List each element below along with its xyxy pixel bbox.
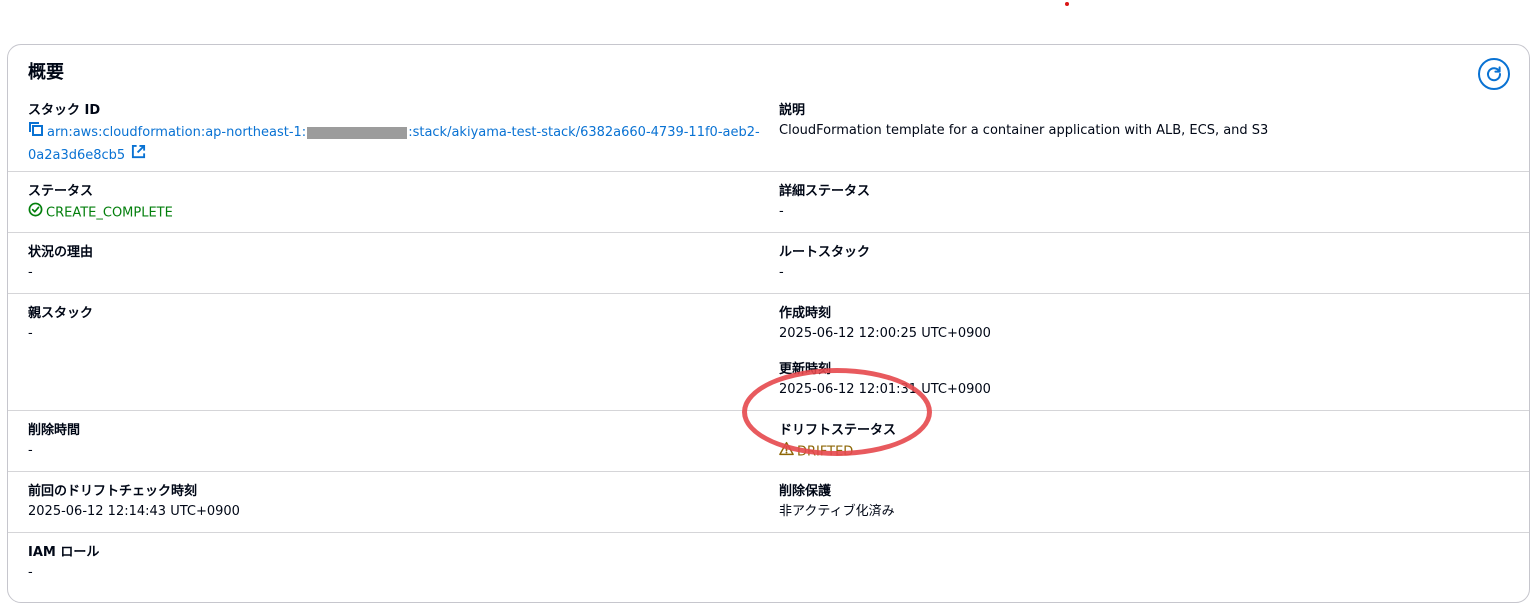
root-stack-label: ルートスタック	[779, 245, 871, 260]
highlight-ellipse-annotation	[742, 368, 932, 456]
copy-icon[interactable]	[28, 121, 44, 144]
status-text: CREATE_COMPLETE	[46, 205, 173, 221]
detailed-status-value: -	[779, 204, 784, 219]
status-reason-field: 状況の理由 -	[28, 243, 93, 283]
row-divider	[8, 532, 1529, 533]
last-drift-check-field: 前回のドリフトチェック時刻 2025-06-12 12:14:43 UTC+09…	[28, 482, 240, 522]
row-divider	[8, 232, 1529, 233]
detailed-status-field: 詳細ステータス -	[779, 182, 870, 222]
termination-protection-value: 非アクティブ化済み	[779, 504, 895, 519]
panel-title: 概要	[28, 62, 64, 83]
status-reason-value: -	[28, 265, 33, 280]
termination-protection-field: 削除保護 非アクティブ化済み	[779, 482, 895, 522]
status-value: CREATE_COMPLETE	[28, 202, 173, 224]
iam-role-label: IAM ロール	[28, 545, 100, 560]
parent-stack-value: -	[28, 326, 33, 341]
parent-stack-field: 親スタック -	[28, 304, 93, 344]
status-field: ステータス CREATE_COMPLETE	[28, 182, 173, 224]
root-stack-field: ルートスタック -	[779, 243, 870, 283]
iam-role-value: -	[28, 565, 33, 580]
last-drift-check-label: 前回のドリフトチェック時刻	[28, 484, 198, 499]
success-check-icon	[28, 202, 43, 224]
created-time-field: 作成時刻 2025-06-12 12:00:25 UTC+0900	[779, 304, 991, 344]
stack-id-value: arn:aws:cloudformation:ap-northeast-1::s…	[28, 121, 763, 166]
overview-panel: 概要 スタック ID arn:aws:cloudformation:ap-nor…	[7, 44, 1530, 603]
row-divider	[8, 293, 1529, 294]
deletion-time-label: 削除時間	[28, 423, 81, 438]
detailed-status-label: 詳細ステータス	[779, 184, 871, 199]
description-field: 説明 CloudFormation template for a contain…	[779, 101, 1268, 141]
description-value: CloudFormation template for a container …	[779, 123, 1269, 138]
stack-id-arn-prefix: arn:aws:cloudformation:ap-northeast-1:	[47, 125, 307, 140]
root-stack-value: -	[779, 265, 784, 280]
deletion-time-field: 削除時間 -	[28, 421, 80, 461]
red-dot-marker	[1065, 2, 1069, 6]
status-reason-label: 状況の理由	[28, 245, 94, 260]
row-divider	[8, 471, 1529, 472]
refresh-button[interactable]	[1478, 58, 1510, 90]
refresh-icon	[1487, 66, 1502, 82]
redacted-account-id	[307, 126, 408, 139]
deletion-time-value: -	[28, 443, 33, 458]
created-time-value: 2025-06-12 12:00:25 UTC+0900	[779, 326, 991, 341]
stack-id-field: スタック ID arn:aws:cloudformation:ap-northe…	[28, 101, 763, 166]
parent-stack-label: 親スタック	[28, 306, 94, 321]
created-time-label: 作成時刻	[779, 306, 832, 321]
termination-protection-label: 削除保護	[779, 484, 832, 499]
row-divider	[8, 171, 1529, 172]
iam-role-field: IAM ロール -	[28, 543, 99, 583]
stack-id-label: スタック ID	[28, 103, 101, 118]
last-drift-check-value: 2025-06-12 12:14:43 UTC+0900	[28, 504, 240, 519]
status-label: ステータス	[28, 184, 94, 199]
external-link-icon[interactable]	[131, 144, 146, 166]
description-label: 説明	[779, 103, 806, 118]
